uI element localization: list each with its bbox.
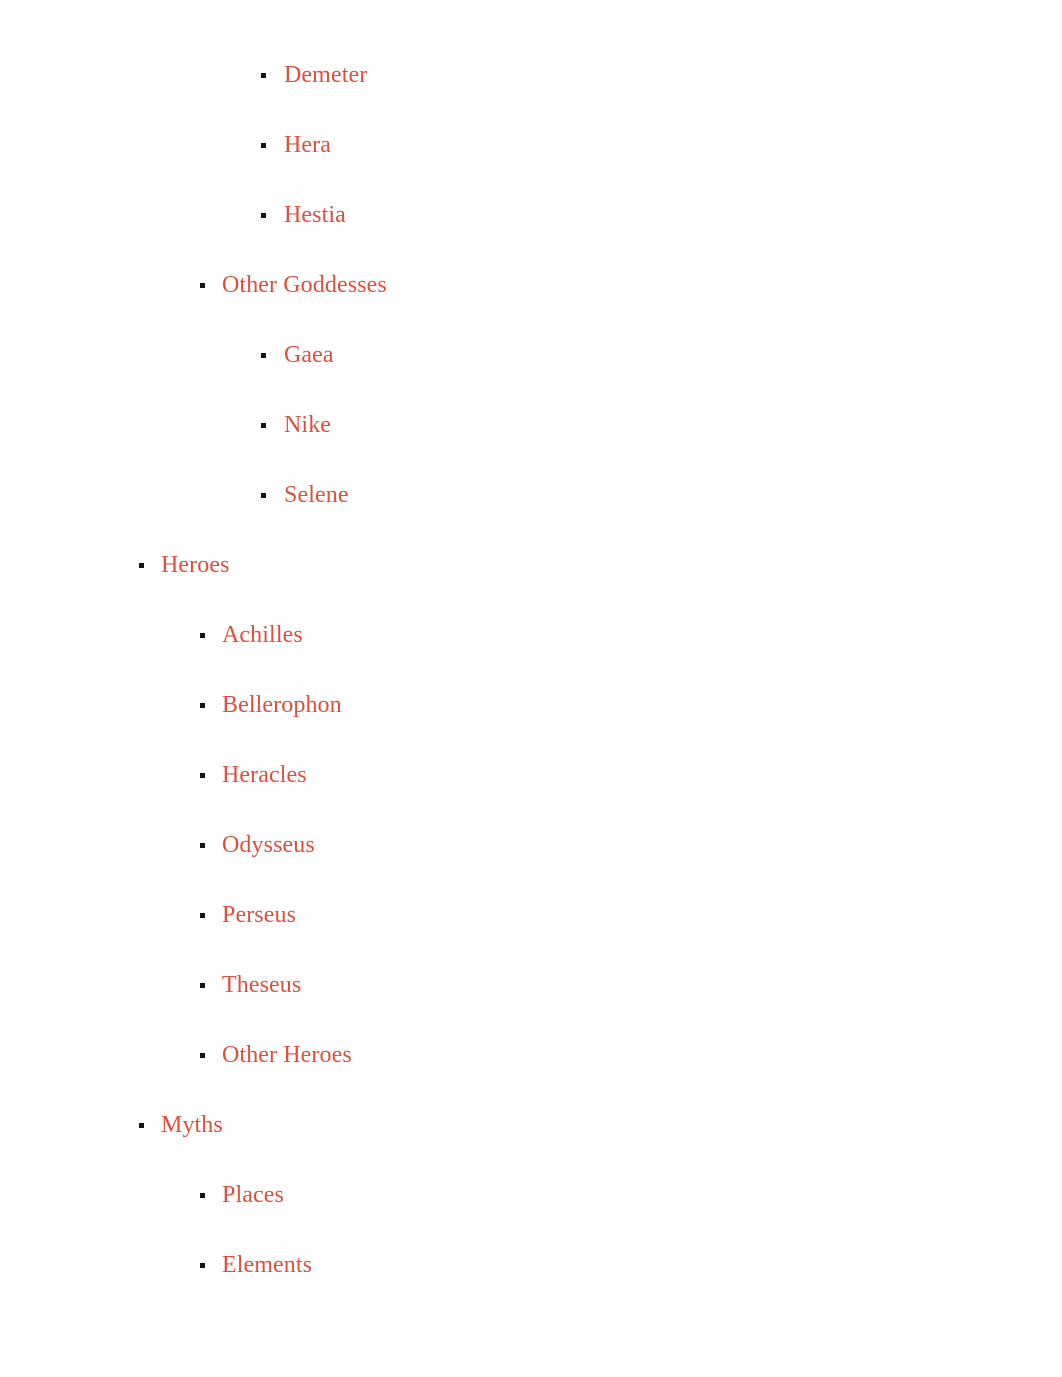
outline-item-label[interactable]: Other Goddesses	[222, 250, 387, 320]
outline-item-label[interactable]: Places	[222, 1160, 284, 1230]
outline-item-label[interactable]: Perseus	[222, 880, 296, 950]
outline-item-label[interactable]: Bellerophon	[222, 670, 342, 740]
outline-item-label[interactable]: Demeter	[284, 40, 367, 110]
outline-item-label[interactable]: Selene	[284, 460, 349, 530]
bullet-icon	[200, 913, 205, 918]
bullet-icon	[261, 493, 266, 498]
outline-item[interactable]: Gaea	[0, 320, 1062, 390]
outline-item-label[interactable]: Theseus	[222, 950, 301, 1020]
bullet-icon	[261, 353, 266, 358]
bullet-icon	[200, 633, 205, 638]
outline-item[interactable]: Heroes	[0, 530, 1062, 600]
bullet-icon	[200, 1053, 205, 1058]
outline-item[interactable]: Bellerophon	[0, 670, 1062, 740]
bullet-icon	[200, 283, 205, 288]
outline-item-label[interactable]: Myths	[161, 1090, 223, 1160]
bullet-icon	[139, 1123, 144, 1128]
bullet-icon	[261, 73, 266, 78]
bullet-icon	[200, 1263, 205, 1268]
outline-item[interactable]: Heracles	[0, 740, 1062, 810]
outline-item[interactable]: Achilles	[0, 600, 1062, 670]
outline-item[interactable]: Selene	[0, 460, 1062, 530]
bullet-icon	[200, 1193, 205, 1198]
bullet-icon	[261, 213, 266, 218]
outline-item[interactable]: Demeter	[0, 40, 1062, 110]
outline-item[interactable]: Theseus	[0, 950, 1062, 1020]
bullet-icon	[261, 143, 266, 148]
outline-item-label[interactable]: Nike	[284, 390, 331, 460]
outline-item-label[interactable]: Hera	[284, 110, 331, 180]
outline-item[interactable]: Hera	[0, 110, 1062, 180]
bullet-icon	[200, 843, 205, 848]
outline-list: Demeter Hera Hestia Other Goddesses Gaea Nike…	[0, 0, 1062, 1377]
outline-item-label[interactable]: Odysseus	[222, 810, 315, 880]
outline-item[interactable]: Nike	[0, 390, 1062, 460]
outline-item-label[interactable]: Hestia	[284, 180, 346, 250]
outline-item-label[interactable]: Heracles	[222, 740, 307, 810]
bullet-icon	[200, 773, 205, 778]
outline-item[interactable]: Places	[0, 1160, 1062, 1230]
outline-item-label[interactable]: Elements	[222, 1230, 312, 1300]
outline-item[interactable]: Perseus	[0, 880, 1062, 950]
outline-item-label[interactable]: Achilles	[222, 600, 303, 670]
outline-item[interactable]: Myths	[0, 1090, 1062, 1160]
outline-item[interactable]: Odysseus	[0, 810, 1062, 880]
outline-item-label[interactable]: Heroes	[161, 530, 230, 600]
bullet-icon	[200, 703, 205, 708]
outline-item[interactable]: Hestia	[0, 180, 1062, 250]
outline-item-label[interactable]: Gaea	[284, 320, 334, 390]
bullet-icon	[261, 423, 266, 428]
outline-item[interactable]: Other Heroes	[0, 1020, 1062, 1090]
bullet-icon	[139, 563, 144, 568]
outline-item[interactable]: Elements	[0, 1230, 1062, 1300]
bullet-icon	[200, 983, 205, 988]
outline-item[interactable]: Other Goddesses	[0, 250, 1062, 320]
outline-item-label[interactable]: Other Heroes	[222, 1020, 352, 1090]
